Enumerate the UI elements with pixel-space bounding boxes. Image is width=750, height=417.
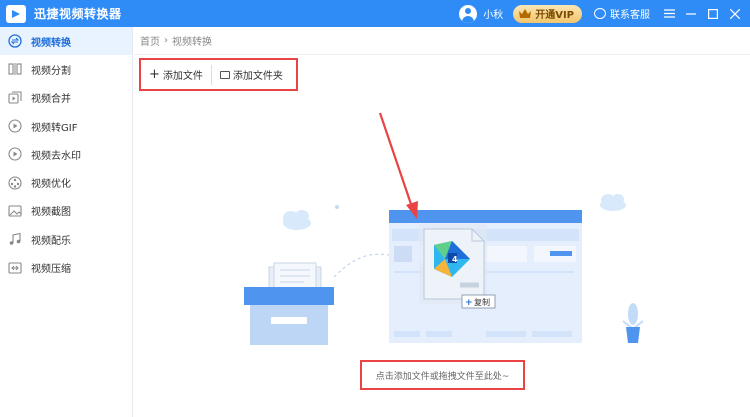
sidebar-item-label: 视频去水印	[31, 150, 81, 162]
dragged-video-file-icon	[419, 224, 487, 304]
close-icon[interactable]	[724, 0, 746, 27]
file-badge: 4	[452, 255, 458, 264]
sidebar-item-video-screenshot[interactable]: 视频截图	[0, 197, 132, 225]
maximize-icon[interactable]	[702, 0, 724, 27]
title-bar: 迅捷视频转换器 小秋 开通VIP 联系客服	[0, 0, 750, 27]
sidebar-item-label: 视频优化	[31, 179, 71, 191]
titlebar-actions: 小秋 开通VIP 联系客服	[459, 0, 750, 27]
sidebar-item-label: 视频转GIF	[31, 122, 78, 134]
cloud-icon	[600, 194, 626, 211]
app-title: 迅捷视频转换器	[34, 7, 122, 21]
music-icon	[8, 232, 22, 246]
sidebar-item-label: 视频分割	[31, 65, 71, 77]
contact-service-button[interactable]: 联系客服	[594, 6, 650, 21]
user-avatar-icon[interactable]	[459, 4, 478, 23]
sidebar-item-video-merge[interactable]: 视频合并	[0, 84, 132, 112]
app-logo-icon	[6, 4, 26, 23]
archive-box-icon	[244, 262, 334, 345]
sidebar-item-remove-watermark[interactable]: 视频去水印	[0, 140, 132, 168]
sidebar-item-label: 视频压缩	[31, 264, 71, 276]
sidebar-item-label: 视频配乐	[31, 235, 71, 247]
sidebar-item-label: 视频截图	[31, 207, 71, 219]
minimize-icon[interactable]	[680, 0, 702, 27]
optimize-icon	[8, 176, 22, 190]
plus-icon: +	[465, 298, 473, 308]
watermark-icon	[8, 147, 22, 161]
merge-icon	[8, 91, 22, 105]
username[interactable]: 小秋	[483, 6, 503, 21]
drop-hint-text: 点击添加文件或拖拽文件至此处~	[375, 371, 510, 382]
service-label: 联系客服	[610, 10, 650, 21]
sidebar-item-video-music[interactable]: 视频配乐	[0, 225, 132, 253]
sidebar-item-label: 视频合并	[31, 94, 71, 106]
sidebar-item-video-split[interactable]: 视频分割	[0, 55, 132, 83]
chat-icon	[594, 8, 606, 19]
crown-icon	[519, 9, 532, 18]
convert-icon	[8, 34, 22, 48]
sidebar-item-video-convert[interactable]: 视频转换	[0, 27, 132, 56]
drop-hint[interactable]: 点击添加文件或拖拽文件至此处~	[360, 360, 525, 390]
split-icon	[8, 62, 22, 76]
plant-icon	[622, 303, 644, 343]
sidebar-item-label: 视频转换	[31, 37, 71, 49]
vip-label: 开通VIP	[535, 10, 574, 21]
open-vip-button[interactable]: 开通VIP	[513, 4, 582, 23]
sidebar-item-video-compress[interactable]: 视频压缩	[0, 253, 132, 281]
compress-icon	[8, 261, 22, 275]
drag-arrow	[378, 112, 418, 219]
sidebar: 视频转换 视频分割 视频合并 视频转GIF 视频去水印 视频优化 视频截图 视频…	[0, 27, 133, 417]
sidebar-item-video-optimize[interactable]: 视频优化	[0, 168, 132, 196]
dashed-path	[333, 253, 390, 278]
cloud-icon	[283, 210, 311, 230]
drop-zone-illustration[interactable]: 4 + 复制	[134, 27, 750, 417]
dot-decoration	[335, 205, 339, 209]
main-panel: 首页 › 视频转换 + 添加文件 添加文件夹 4 + 复制 点击添加文件或拖拽文…	[134, 27, 750, 417]
sidebar-item-video-to-gif[interactable]: 视频转GIF	[0, 112, 132, 140]
copy-label: 复制	[474, 297, 490, 307]
screenshot-icon	[8, 204, 22, 218]
gif-icon	[8, 119, 22, 133]
menu-icon[interactable]	[658, 0, 680, 27]
